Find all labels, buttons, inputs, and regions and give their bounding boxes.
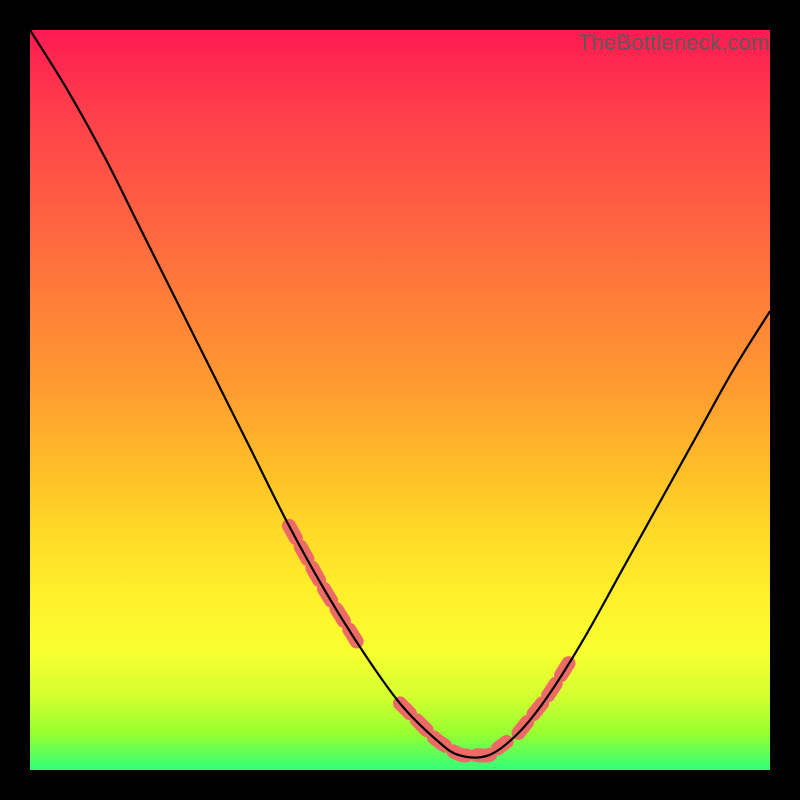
highlight-segment — [400, 703, 507, 755]
chart-frame: TheBottleneck.com — [0, 0, 800, 800]
curve-layer — [30, 30, 770, 770]
watermark-text: TheBottleneck.com — [578, 30, 770, 56]
bottleneck-curve-path — [30, 30, 770, 758]
plot-area — [30, 30, 770, 770]
highlight-segment — [518, 658, 571, 733]
